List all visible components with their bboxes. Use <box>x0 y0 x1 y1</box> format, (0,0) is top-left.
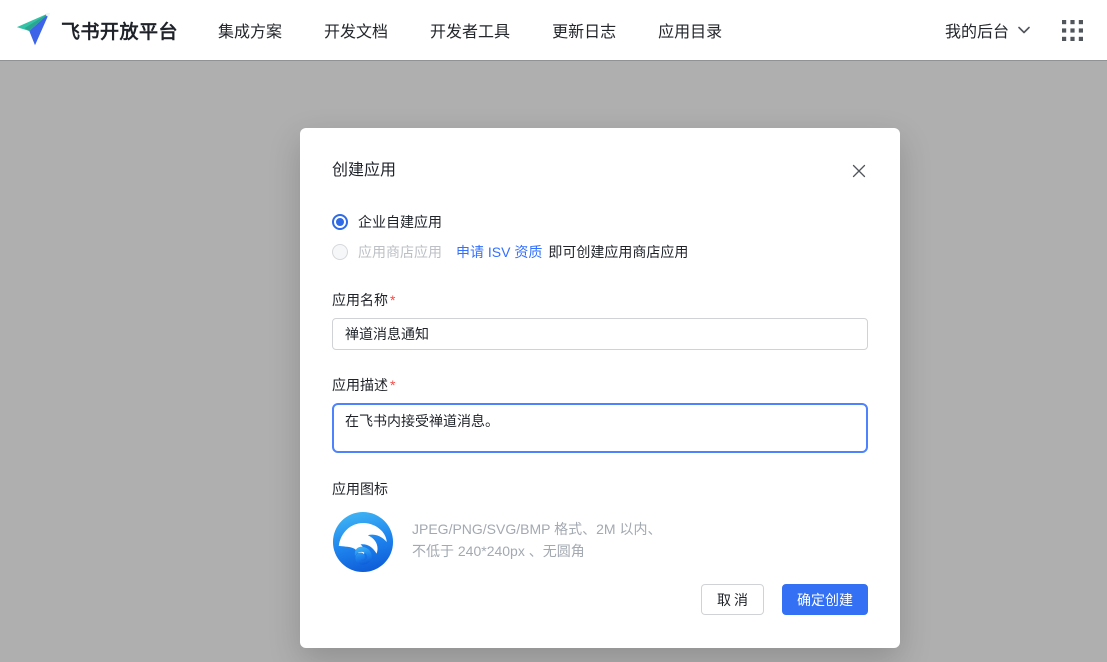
app-icon-field-group: 应用图标 JPEG/PNG/SVG/BMP 格式、2M 以内、 不低于 240*… <box>332 479 868 573</box>
radio-option-self-built[interactable]: 企业自建应用 <box>332 212 868 232</box>
app-icon-label: 应用图标 <box>332 481 388 497</box>
radio-disabled-icon <box>332 244 348 260</box>
brand-logo-link[interactable]: 飞书开放平台 <box>14 9 178 51</box>
radio-option-app-store: 应用商店应用 申请 ISV 资质 即可创建应用商店应用 <box>332 242 868 262</box>
required-asterisk: * <box>390 377 396 393</box>
radio-option-app-store-label: 应用商店应用 <box>358 244 442 260</box>
create-app-dialog: 创建应用 企业自建应用 应用商店应用 申请 ISV 资质 即可创建应用商店应用 … <box>300 128 900 648</box>
app-name-input[interactable] <box>332 318 868 350</box>
required-asterisk: * <box>390 292 396 308</box>
nav-item-dev-tools[interactable]: 开发者工具 <box>430 18 510 42</box>
grid-9-dots-icon[interactable] <box>1062 19 1083 41</box>
icon-hint-line-2: 不低于 240*240px 、无圆角 <box>412 543 585 559</box>
app-description-label-text: 应用描述 <box>332 377 388 393</box>
feishu-paper-plane-icon <box>14 9 56 51</box>
nav-item-docs[interactable]: 开发文档 <box>324 18 388 42</box>
app-icon-row: JPEG/PNG/SVG/BMP 格式、2M 以内、 不低于 240*240px… <box>332 511 868 573</box>
chevron-down-icon <box>1018 26 1030 34</box>
header-right: 我的后台 <box>945 18 1087 42</box>
radio-option-self-built-label[interactable]: 企业自建应用 <box>358 212 442 232</box>
app-name-label: 应用名称 * <box>332 290 868 310</box>
nav-item-integration[interactable]: 集成方案 <box>218 18 282 42</box>
radio-selected-icon[interactable] <box>332 214 348 230</box>
app-description-label: 应用描述 * <box>332 375 868 395</box>
app-name-label-text: 应用名称 <box>332 292 388 308</box>
icon-hint-line-1: JPEG/PNG/SVG/BMP 格式、2M 以内、 <box>412 521 662 537</box>
dialog-title: 创建应用 <box>332 162 397 179</box>
nav-item-app-directory[interactable]: 应用目录 <box>658 18 722 42</box>
dialog-header: 创建应用 <box>332 160 868 182</box>
brand-title: 飞书开放平台 <box>61 21 179 43</box>
confirm-create-button[interactable]: 确定创建 <box>782 584 868 615</box>
nav-item-changelog[interactable]: 更新日志 <box>552 18 616 42</box>
app-description-textarea[interactable]: 在飞书内接受禅道消息。 <box>332 403 868 453</box>
app-description-field-group: 应用描述 * 在飞书内接受禅道消息。 <box>332 375 868 453</box>
apply-isv-link[interactable]: 申请 ISV 资质 <box>456 242 542 262</box>
icon-requirements-hint: JPEG/PNG/SVG/BMP 格式、2M 以内、 不低于 240*240px… <box>412 518 661 562</box>
close-x-icon[interactable] <box>850 162 868 180</box>
app-name-field-group: 应用名称 * <box>332 290 868 350</box>
top-nav-bar: 飞书开放平台 集成方案 开发文档 开发者工具 更新日志 应用目录 我的后台 <box>0 0 1107 60</box>
dialog-footer: 取消 确定创建 <box>701 584 868 615</box>
my-console-label: 我的后台 <box>944 24 1009 41</box>
isv-hint-text: 即可创建应用商店应用 <box>548 244 689 260</box>
my-console-dropdown[interactable]: 我的后台 <box>945 18 1030 42</box>
cancel-button[interactable]: 取消 <box>701 584 764 615</box>
main-nav: 集成方案 开发文档 开发者工具 更新日志 应用目录 <box>218 18 764 42</box>
zentao-app-logo[interactable] <box>332 511 394 573</box>
